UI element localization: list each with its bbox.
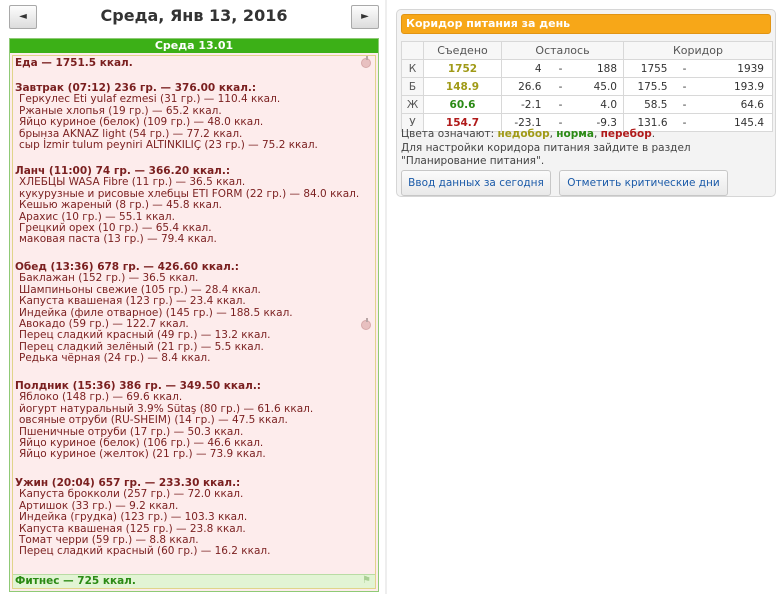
panel-header: Коридор питания за день [401,14,771,34]
eaten-value: 148.9 [423,77,502,96]
food-total: Еда — 1751.5 ккал. [15,57,133,69]
dash: - [667,95,702,114]
fitness-total: Фитнес — 725 ккал. [15,575,136,587]
arrow-left-icon: ◄ [19,11,27,22]
dash: - [541,95,580,114]
color-legend: Цвета означают: недобор, норма, перебор. [401,128,655,141]
corridor-to: 145.4 [701,113,773,132]
dash: - [541,77,580,96]
corridor-to: 64.6 [701,95,773,114]
fitness-bar: Фитнес — 725 ккал. ⚑ [13,574,375,588]
left-from: 4 [501,59,542,78]
prev-day-button[interactable]: ◄ [9,5,37,29]
meal-item: Яйцо куриное (белок) (109 гр.) — 48.0 кк… [19,116,264,129]
meal-lunch: Ланч (11:00) 74 гр. — 366.20 ккал.: ХЛЕБ… [15,165,359,246]
corridor-from: 58.5 [623,95,668,114]
settings-note: Для настройки коридора питания зайдите в… [401,142,691,167]
corridor-table: Съедено Осталось Коридор К 1752 4 - 188 … [401,41,773,132]
date-title: Среда, Янв 13, 2016 [100,6,288,25]
meal-snack: Полдник (15:36) 386 гр. — 349.50 ккал.: … [15,380,313,461]
runner-icon[interactable]: ⚑ [362,576,372,586]
corridor-from: 175.5 [623,77,668,96]
arrow-right-icon: ► [361,11,369,22]
legend-under: недобор [497,128,550,140]
table-row: Ж 60.6 -2.1 - 4.0 58.5 - 64.6 [401,95,773,114]
header-left: Осталось [501,41,624,60]
legend-prefix: Цвета означают: [401,128,498,140]
row-label: К [401,59,424,78]
dash: - [667,59,702,78]
dash: - [541,59,580,78]
table-header-row: Съедено Осталось Коридор [401,41,773,60]
left-to: 188 [579,59,624,78]
enter-today-data-button[interactable]: Ввод данных за сегодня [401,170,551,196]
eaten-value: 60.6 [423,95,502,114]
left-from: -2.1 [501,95,542,114]
day-header: Среда 13.01 [10,39,378,53]
table-row: К 1752 4 - 188 1755 - 1939 [401,59,773,78]
legend-norm: норма [556,128,594,140]
corridor-to: 1939 [701,59,773,78]
header-blank [401,41,424,60]
next-day-button[interactable]: ► [351,5,379,29]
meal-item: Индейка (грудка) (123 гр.) — 103.3 ккал. [19,511,248,524]
meal-item: Капуста квашеная (123 гр.) — 23.4 ккал. [19,295,246,308]
legend-sep: , [593,128,601,140]
left-to: 4.0 [579,95,624,114]
left-from: 26.6 [501,77,542,96]
meal-dinner: Обед (13:36) 678 гр. — 426.60 ккал.: Бак… [15,261,293,365]
day-log: Среда 13.01 Еда — 1751.5 ккал. Завтрак (… [9,38,379,592]
corridor-from: 1755 [623,59,668,78]
apple-icon[interactable] [361,318,371,330]
meal-item: маковая паста (13 гр.) — 79.4 ккал. [19,233,217,246]
mark-critical-days-button[interactable]: Отметить критические дни [559,170,728,196]
dash: - [667,113,702,132]
table-row: Б 148.9 26.6 - 45.0 175.5 - 193.9 [401,77,773,96]
meal-supper: Ужин (20:04) 657 гр. — 233.30 ккал.: Кап… [15,477,271,558]
eaten-value: 1752 [423,59,502,78]
meal-item: Яйцо куриное (желток) (21 гр.) — 73.9 кк… [19,448,266,461]
food-entries: Еда — 1751.5 ккал. Завтрак (07:12) 236 г… [12,55,376,589]
legend-over: перебор [600,128,652,140]
dash: - [667,77,702,96]
meal-item: овсяные отруби (RU-SHEIM) (14 гр.) — 47.… [19,414,288,427]
nutrition-corridor-panel: Коридор питания за день Съедено Осталось… [396,9,776,197]
row-label: Б [401,77,424,96]
row-label: Ж [401,95,424,114]
meal-item: Редька чёрная (24 гр.) — 8.4 ккал. [19,352,211,365]
meal-item: Кешью жареный (8 гр.) — 45.8 ккал. [19,199,223,212]
meal-breakfast: Завтрак (07:12) 236 гр. — 376.00 ккал.: … [15,82,318,152]
header-corridor: Коридор [623,41,773,60]
meal-item: сыр İzmir tulum peyniri ALTINKILIÇ (23 г… [19,139,318,152]
corridor-to: 193.9 [701,77,773,96]
legend-suffix: . [651,128,656,140]
apple-icon[interactable] [361,56,371,68]
left-to: 45.0 [579,77,624,96]
header-eaten: Съедено [423,41,502,60]
divider [385,0,387,594]
meal-item: Перец сладкий красный (60 гр.) — 16.2 кк… [19,545,271,558]
day-navigation: ◄ Среда, Янв 13, 2016 ► [9,5,379,29]
panel-title: Коридор питания за день [406,17,571,30]
